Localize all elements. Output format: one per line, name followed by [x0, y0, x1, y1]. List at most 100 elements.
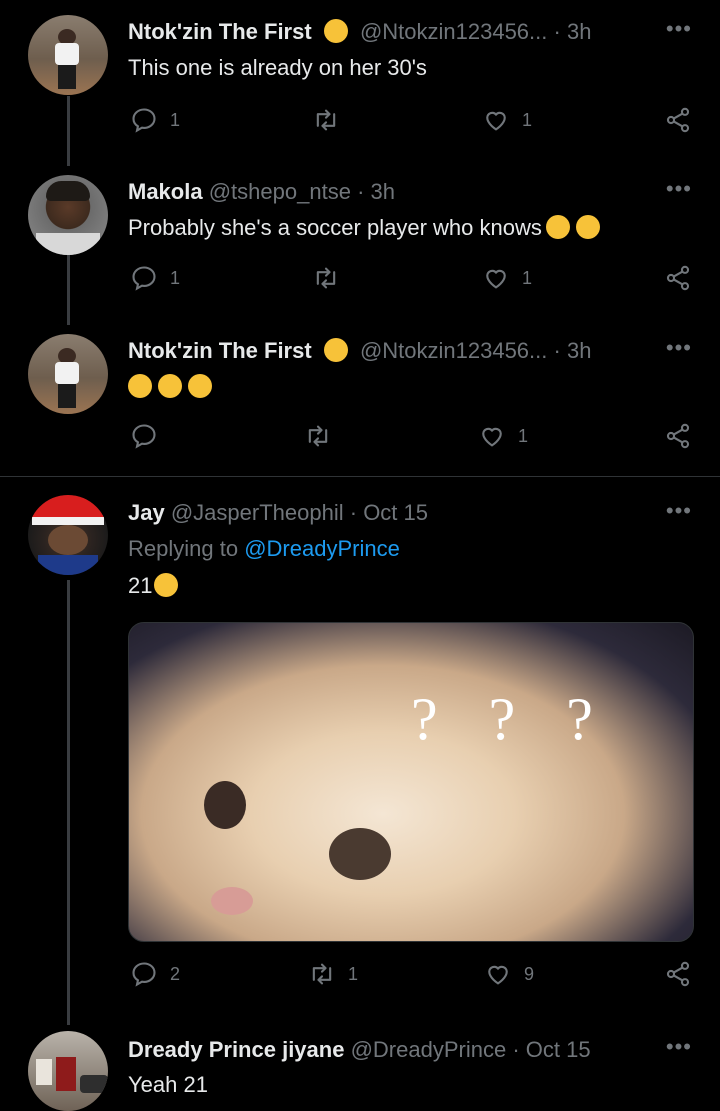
tweet-actions: 1 — [128, 422, 694, 456]
like-button[interactable]: 1 — [482, 264, 532, 292]
share-button[interactable] — [664, 422, 692, 450]
reply-icon — [130, 106, 158, 134]
replying-to: Replying to @DreadyPrince — [128, 536, 400, 562]
user-handle[interactable]: @tshepo_ntse — [209, 179, 351, 204]
avatar[interactable] — [28, 334, 108, 414]
tweet-header: Makola @tshepo_ntse · 3h — [128, 179, 680, 205]
reply-count: 1 — [170, 267, 181, 288]
like-icon — [478, 422, 506, 450]
display-name[interactable]: Makola — [128, 179, 203, 204]
tweet-header: Jay @JasperTheophil · Oct 15 — [128, 500, 680, 526]
timestamp[interactable]: 3h — [371, 179, 395, 204]
reply-icon — [130, 264, 158, 292]
cat-nose — [211, 887, 253, 915]
tweet-text-container: 21 — [128, 573, 179, 599]
tweet-header: Ntok'zin The First @Ntokzin123456... · 3… — [128, 338, 680, 364]
user-handle[interactable]: @DreadyPrince — [351, 1037, 507, 1062]
retweet-button[interactable]: 1 — [308, 960, 358, 988]
user-handle[interactable]: @Ntokzin123456... — [360, 19, 547, 44]
share-icon — [664, 106, 692, 134]
share-icon — [664, 960, 692, 988]
mention-link[interactable]: @DreadyPrince — [244, 536, 400, 561]
reply-button[interactable] — [130, 422, 158, 450]
cat-eye — [329, 828, 391, 880]
like-count: 9 — [524, 963, 535, 984]
reply-button[interactable]: 2 — [130, 960, 180, 988]
flushed-emoji-icon — [154, 573, 179, 597]
media-overlay-text: ? ? ? — [411, 686, 611, 752]
retweet-icon — [312, 106, 340, 134]
user-handle[interactable]: @Ntokzin123456... — [360, 338, 547, 363]
display-name[interactable]: Ntok'zin The First — [128, 338, 312, 363]
retweet-count: 1 — [348, 963, 359, 984]
separator: · — [357, 179, 365, 204]
user-handle[interactable]: @JasperTheophil — [171, 500, 344, 525]
tweet-header: Dready Prince jiyane @DreadyPrince · Oct… — [128, 1037, 680, 1063]
like-button[interactable]: 9 — [484, 960, 534, 988]
timestamp[interactable]: Oct 15 — [526, 1037, 591, 1062]
like-icon — [484, 960, 512, 988]
reply-count: 1 — [170, 109, 181, 130]
separator: · — [553, 338, 561, 363]
tweet-text: Probably she's a soccer player who knows — [128, 215, 542, 240]
reply-count: 2 — [170, 963, 181, 984]
more-icon[interactable]: ••• — [666, 335, 692, 361]
share-button[interactable] — [664, 264, 692, 292]
smiling-emoji-icon — [323, 338, 348, 362]
tweet-text: Yeah 21 — [128, 1072, 208, 1097]
cat-eye — [204, 781, 246, 829]
tweet-actions: 2 1 9 — [128, 960, 694, 994]
more-icon[interactable]: ••• — [666, 1034, 692, 1060]
tweet[interactable]: Dready Prince jiyane @DreadyPrince · Oct… — [0, 1017, 720, 1111]
display-name[interactable]: Dready Prince jiyane — [128, 1037, 344, 1062]
more-icon[interactable]: ••• — [666, 16, 692, 42]
like-icon — [482, 106, 510, 134]
tweet-actions: 1 1 — [128, 264, 694, 298]
tweet-text: 21 — [128, 573, 153, 598]
timestamp[interactable]: Oct 15 — [363, 500, 428, 525]
separator: · — [512, 1037, 520, 1062]
share-icon — [664, 264, 692, 292]
display-name[interactable]: Jay — [128, 500, 165, 525]
tweet-text: This one is already on her 30's — [128, 55, 427, 80]
avatar[interactable] — [28, 15, 108, 95]
tweet-header: Ntok'zin The First @Ntokzin123456... · 3… — [128, 19, 680, 45]
thinking-emoji-icon — [545, 215, 570, 239]
reply-icon — [130, 960, 158, 988]
reply-button[interactable]: 1 — [130, 264, 180, 292]
retweet-button[interactable] — [312, 264, 340, 292]
tweet-text-container: Probably she's a soccer player who knows — [128, 215, 600, 241]
like-count: 1 — [522, 109, 533, 130]
more-icon[interactable]: ••• — [666, 176, 692, 202]
like-count: 1 — [518, 425, 529, 446]
like-button[interactable]: 1 — [478, 422, 528, 450]
thinking-emoji-icon — [575, 215, 600, 239]
avatar[interactable] — [28, 175, 108, 255]
separator: · — [553, 19, 561, 44]
replying-prefix: Replying to — [128, 536, 239, 561]
display-name[interactable]: Ntok'zin The First — [128, 19, 312, 44]
more-icon[interactable]: ••• — [666, 498, 692, 524]
retweet-icon — [308, 960, 336, 988]
tweet[interactable]: Makola @tshepo_ntse · 3h ••• Probably sh… — [0, 160, 720, 320]
smiling-emoji-icon — [323, 19, 348, 43]
reply-button[interactable]: 1 — [130, 106, 180, 134]
share-icon — [664, 422, 692, 450]
tweet[interactable]: Ntok'zin The First @Ntokzin123456... · 3… — [0, 320, 720, 475]
laughing-emoji-icon — [188, 374, 212, 398]
share-button[interactable] — [664, 960, 692, 988]
tweet[interactable]: Ntok'zin The First @Ntokzin123456... · 3… — [0, 0, 720, 160]
laughing-emoji-icon — [158, 374, 182, 398]
reply-icon — [130, 422, 158, 450]
avatar[interactable] — [28, 495, 108, 575]
retweet-button[interactable] — [304, 422, 332, 450]
tweet-media-image[interactable]: ? ? ? — [128, 622, 694, 942]
share-button[interactable] — [664, 106, 692, 134]
like-button[interactable]: 1 — [482, 106, 532, 134]
timestamp[interactable]: 3h — [567, 338, 591, 363]
like-icon — [482, 264, 510, 292]
timestamp[interactable]: 3h — [567, 19, 591, 44]
retweet-button[interactable] — [312, 106, 340, 134]
like-count: 1 — [522, 267, 533, 288]
avatar[interactable] — [28, 1031, 108, 1111]
